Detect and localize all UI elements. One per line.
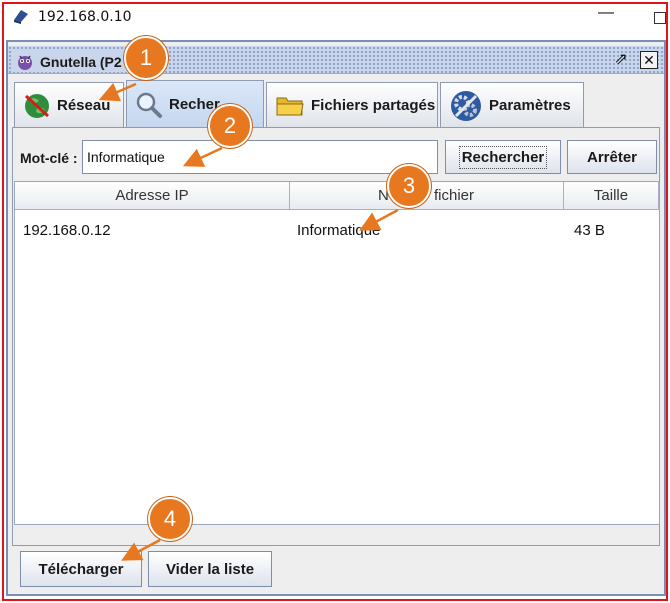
- annotation-3: 3: [387, 164, 431, 208]
- minimize-button[interactable]: —: [598, 5, 614, 22]
- column-header-filename-end: fichier: [434, 187, 475, 204]
- gnutella-logo-icon: [18, 55, 32, 70]
- close-frame-button[interactable]: ✕: [640, 51, 658, 69]
- row-size-cell[interactable]: 43 B: [574, 222, 605, 239]
- restore-frame-button[interactable]: ⇗: [611, 51, 631, 69]
- maximize-button[interactable]: [654, 12, 666, 24]
- column-header-size[interactable]: Taille: [564, 182, 659, 210]
- folder-icon: [276, 97, 304, 115]
- search-button[interactable]: Rechercher: [445, 140, 561, 174]
- search-button-label: Rechercher: [458, 145, 548, 169]
- annotation-2: 2: [208, 104, 252, 148]
- keyword-label: Mot-clé :: [20, 150, 78, 166]
- row-filename-cell[interactable]: Informatique: [297, 222, 380, 239]
- globe-icon: [24, 93, 50, 118]
- annotation-1: 1: [124, 36, 168, 80]
- clear-list-button[interactable]: Vider la liste: [148, 551, 272, 587]
- app-icon: [14, 10, 28, 24]
- os-window-title: 192.168.0.10: [38, 9, 132, 25]
- annotation-4: 4: [148, 497, 192, 541]
- column-header-ip[interactable]: Adresse IP: [15, 182, 290, 210]
- tab-rechercher-label: Recher: [169, 96, 220, 113]
- tab-parametres[interactable]: Paramètres: [440, 82, 584, 128]
- keyword-input[interactable]: [82, 140, 438, 174]
- download-button[interactable]: Télécharger: [20, 551, 142, 587]
- row-ip-cell[interactable]: 192.168.0.12: [23, 222, 111, 239]
- tab-fichiers-partages[interactable]: Fichiers partagés: [266, 82, 438, 128]
- internal-frame-title: Gnutella (P2: [40, 54, 122, 70]
- stop-button[interactable]: Arrêter: [567, 140, 657, 174]
- tab-reseau[interactable]: Réseau: [14, 82, 124, 128]
- tab-parametres-label: Paramètres: [489, 97, 571, 114]
- tab-fichiers-partages-label: Fichiers partagés: [311, 97, 436, 114]
- tab-reseau-label: Réseau: [57, 97, 111, 114]
- gears-icon: [451, 90, 481, 121]
- magnifier-icon: [136, 92, 162, 118]
